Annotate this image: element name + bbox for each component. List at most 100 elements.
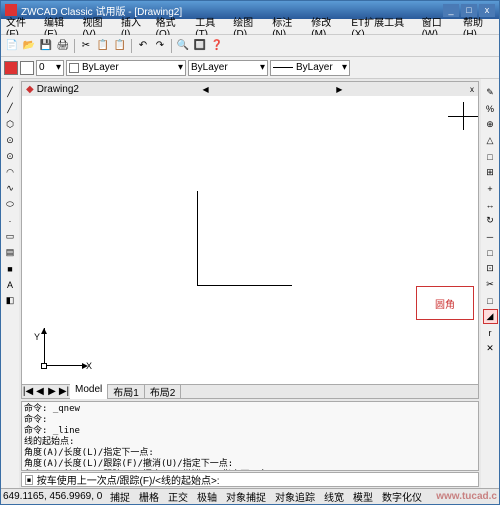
draw-tool-button[interactable]: ╱ — [3, 101, 18, 116]
draw-tool-button[interactable]: ⊙ — [3, 149, 18, 164]
properties-toolbar: 0 ▾ ByLayer ▾ ByLayer ▾ ByLayer ▾ — [1, 57, 499, 79]
layer-color-swatch[interactable] — [20, 61, 34, 75]
modify-tool-button[interactable]: △ — [483, 133, 498, 148]
status-toggle[interactable]: 对象捕捉 — [222, 488, 270, 504]
modify-tool-button[interactable]: ⊞ — [483, 165, 498, 180]
ucs-x-label: X — [86, 361, 92, 371]
annotation-text: 圆角 — [435, 296, 455, 311]
status-toggle[interactable]: 模型 — [349, 488, 377, 504]
tab-nav-left[interactable]: ◀ — [203, 85, 209, 94]
linetype-combo[interactable]: ByLayer ▾ — [188, 60, 268, 76]
draw-tool-button[interactable]: ⬭ — [3, 197, 18, 212]
separator — [74, 39, 75, 53]
draw-tool-button[interactable]: ⊙ — [3, 133, 18, 148]
layout-tab[interactable]: 布局2 — [145, 384, 182, 399]
drawing-canvas[interactable]: Y X 圆角 ➜ — [22, 96, 478, 384]
command-line[interactable]: ▣ 按车使用上一次点/跟踪(F)/<线的起始点>: — [21, 472, 479, 487]
tab-nav-button[interactable]: |◀ — [22, 386, 34, 397]
modify-tool-button[interactable]: ⊡ — [483, 261, 498, 276]
layout-tabs: |◀◀▶▶| Model布局1布局2 — [22, 384, 478, 398]
toolbar-button[interactable]: 🔲 — [192, 38, 208, 54]
status-toggle[interactable]: 线宽 — [320, 488, 348, 504]
status-toggle[interactable]: 极轴 — [193, 488, 221, 504]
draw-tool-button[interactable]: ▭ — [3, 229, 18, 244]
modify-tool-button[interactable]: ↻ — [483, 213, 498, 228]
status-toggle[interactable]: 栅格 — [135, 488, 163, 504]
modify-tool-button[interactable]: ⊕ — [483, 117, 498, 132]
toolbar-button[interactable]: 🖨 — [55, 38, 71, 54]
layout-tab[interactable]: Model — [70, 384, 108, 399]
lineweight-combo[interactable]: ByLayer ▾ — [270, 60, 350, 76]
drawn-polyline — [197, 191, 292, 286]
command-history[interactable]: 命令: _qnew 命令: 命令: _line 线的起始点: 角度(A)/长度(… — [21, 401, 479, 471]
separator — [171, 39, 172, 53]
menubar: 文件(F)编辑(E)视图(V)插入(I)格式(O)工具(T)绘图(D)标注(N)… — [1, 19, 499, 35]
chevron-down-icon: ▾ — [260, 62, 265, 73]
modify-tool-button[interactable]: ✕ — [483, 341, 498, 356]
draw-toolbar: ╱╱⬡⊙⊙◠∿⬭·▭▤■A◧ — [1, 79, 19, 488]
color-combo[interactable]: ByLayer ▾ — [66, 60, 186, 76]
color-swatch-icon — [69, 63, 79, 73]
lineweight-value: ByLayer — [296, 62, 333, 73]
chevron-down-icon: ▾ — [56, 62, 61, 73]
status-toggle[interactable]: 捕捉 — [106, 488, 134, 504]
status-toggle[interactable]: 数字化仪 — [378, 488, 426, 504]
modify-tool-button[interactable]: ✂ — [483, 277, 498, 292]
draw-tool-button[interactable]: · — [3, 213, 18, 228]
chevron-down-icon: ▾ — [178, 62, 183, 73]
modify-tool-button[interactable]: □ — [483, 245, 498, 260]
chevron-down-icon: ▾ — [342, 62, 347, 73]
modify-toolbar: ✎%⊕△□⊞+↔↻─□⊡✂□◢r✕ — [481, 79, 499, 488]
draw-tool-button[interactable]: ◠ — [3, 165, 18, 180]
toolbar-button[interactable]: ↷ — [152, 38, 168, 54]
linetype-value: ByLayer — [191, 62, 228, 73]
line-sample-icon — [273, 67, 293, 68]
tab-nav-button[interactable]: ▶ — [46, 386, 58, 397]
coordinates-display[interactable]: 649.1165, 456.9969, 0 — [3, 491, 103, 502]
layout-tab[interactable]: 布局1 — [108, 384, 145, 399]
modify-tool-button[interactable]: □ — [483, 149, 498, 164]
tab-close[interactable]: x — [470, 85, 474, 94]
draw-tool-button[interactable]: A — [3, 277, 18, 292]
modify-tool-button[interactable]: + — [483, 181, 498, 196]
toolbar-button[interactable]: 📋 — [95, 38, 111, 54]
modify-tool-button[interactable]: ↔ — [483, 197, 498, 212]
toolbar-button[interactable]: 💾 — [38, 38, 54, 54]
standard-toolbar: 📄📂💾🖨✂📋📋↶↷🔍🔲❓ — [1, 35, 499, 57]
ucs-y-label: Y — [34, 332, 40, 342]
draw-tool-button[interactable]: ▤ — [3, 245, 18, 260]
toolbar-button[interactable]: ↶ — [135, 38, 151, 54]
toolbar-button[interactable]: 📂 — [21, 38, 37, 54]
draw-tool-button[interactable]: ⬡ — [3, 117, 18, 132]
toolbar-button[interactable]: ❓ — [209, 38, 225, 54]
command-input[interactable] — [220, 475, 476, 485]
toolbar-button[interactable]: 📄 — [4, 38, 20, 54]
draw-tool-button[interactable]: ∿ — [3, 181, 18, 196]
toolbar-button[interactable]: 📋 — [112, 38, 128, 54]
current-color-swatch[interactable] — [4, 61, 18, 75]
toolbar-button[interactable]: ✂ — [78, 38, 94, 54]
modify-tool-button[interactable]: □ — [483, 293, 498, 308]
modify-tool-button[interactable]: ✎ — [483, 85, 498, 100]
watermark: www.tucad.c — [436, 491, 497, 502]
tab-nav-button[interactable]: ◀ — [34, 386, 46, 397]
status-toggle[interactable]: 对象追踪 — [271, 488, 319, 504]
status-toggle[interactable]: 正交 — [164, 488, 192, 504]
toolbar-button[interactable]: 🔍 — [175, 38, 191, 54]
tab-nav-button[interactable]: ▶| — [58, 386, 70, 397]
modify-tool-button[interactable]: ─ — [483, 229, 498, 244]
layer-combo[interactable]: 0 ▾ — [36, 60, 64, 76]
separator — [131, 39, 132, 53]
command-prompt: ▣ 按车使用上一次点/跟踪(F)/<线的起始点>: — [24, 472, 220, 487]
doc-tab-label: Drawing2 — [37, 84, 79, 95]
fillet-tool-button[interactable]: ◢ — [483, 309, 498, 324]
modify-tool-button[interactable]: r — [483, 325, 498, 340]
tab-nav-right[interactable]: ▶ — [336, 85, 342, 94]
crosshair-vertical — [463, 102, 464, 130]
document-tab[interactable]: ◆ Drawing2 ◀ ▶ x — [22, 82, 478, 96]
modify-tool-button[interactable]: % — [483, 101, 498, 116]
draw-tool-button[interactable]: ■ — [3, 261, 18, 276]
draw-tool-button[interactable]: ╱ — [3, 85, 18, 100]
doc-icon: ◆ — [26, 84, 34, 95]
draw-tool-button[interactable]: ◧ — [3, 293, 18, 308]
